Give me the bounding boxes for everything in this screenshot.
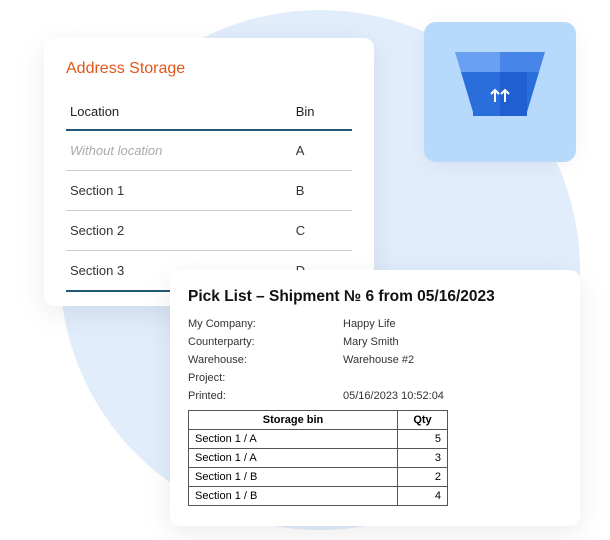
table-row: Section 1 / A3 bbox=[189, 449, 448, 468]
box-icon bbox=[455, 52, 545, 132]
meta-value bbox=[343, 372, 562, 384]
meta-value: Mary Smith bbox=[343, 336, 562, 348]
qty-cell: 5 bbox=[398, 430, 448, 449]
meta-value: Warehouse #2 bbox=[343, 354, 562, 366]
meta-label: Project: bbox=[188, 372, 343, 384]
table-row: Section 1 / B4 bbox=[189, 487, 448, 506]
address-header-location: Location bbox=[66, 96, 292, 130]
table-row: Section 1 / A5 bbox=[189, 430, 448, 449]
meta-row: Warehouse:Warehouse #2 bbox=[188, 354, 562, 366]
address-card-title: Address Storage bbox=[66, 60, 352, 78]
meta-row: Printed:05/16/2023 10:52:04 bbox=[188, 390, 562, 402]
storage-bin-cell: Section 1 / B bbox=[189, 468, 398, 487]
qty-cell: 2 bbox=[398, 468, 448, 487]
table-row: Section 1 / B2 bbox=[189, 468, 448, 487]
storage-bin-cell: Section 1 / A bbox=[189, 449, 398, 468]
meta-value: 05/16/2023 10:52:04 bbox=[343, 390, 562, 402]
qty-cell: 4 bbox=[398, 487, 448, 506]
bin-header-storage: Storage bin bbox=[189, 411, 398, 430]
bin-table: Storage bin Qty Section 1 / A5Section 1 … bbox=[188, 410, 448, 506]
table-row: Without locationA bbox=[66, 130, 352, 171]
qty-cell: 3 bbox=[398, 449, 448, 468]
bin-cell: A bbox=[292, 130, 352, 171]
meta-label: Printed: bbox=[188, 390, 343, 402]
address-header-bin: Bin bbox=[292, 96, 352, 130]
meta-label: My Company: bbox=[188, 318, 343, 330]
meta-row: My Company:Happy Life bbox=[188, 318, 562, 330]
location-cell: Without location bbox=[66, 130, 292, 171]
meta-label: Warehouse: bbox=[188, 354, 343, 366]
meta-row: Counterparty:Mary Smith bbox=[188, 336, 562, 348]
meta-label: Counterparty: bbox=[188, 336, 343, 348]
meta-value: Happy Life bbox=[343, 318, 562, 330]
location-cell: Section 2 bbox=[66, 211, 292, 251]
picklist-card: Pick List – Shipment № 6 from 05/16/2023… bbox=[170, 270, 580, 526]
storage-bin-cell: Section 1 / B bbox=[189, 487, 398, 506]
storage-bin-cell: Section 1 / A bbox=[189, 430, 398, 449]
meta-row: Project: bbox=[188, 372, 562, 384]
bin-cell: C bbox=[292, 211, 352, 251]
address-table: Location Bin Without locationASection 1B… bbox=[66, 96, 352, 292]
picklist-title: Pick List – Shipment № 6 from 05/16/2023 bbox=[188, 288, 562, 306]
table-row: Section 2C bbox=[66, 211, 352, 251]
location-cell: Section 1 bbox=[66, 171, 292, 211]
bin-cell: B bbox=[292, 171, 352, 211]
address-storage-card: Address Storage Location Bin Without loc… bbox=[44, 38, 374, 306]
table-row: Section 1B bbox=[66, 171, 352, 211]
box-tile bbox=[424, 22, 576, 162]
bin-header-qty: Qty bbox=[398, 411, 448, 430]
